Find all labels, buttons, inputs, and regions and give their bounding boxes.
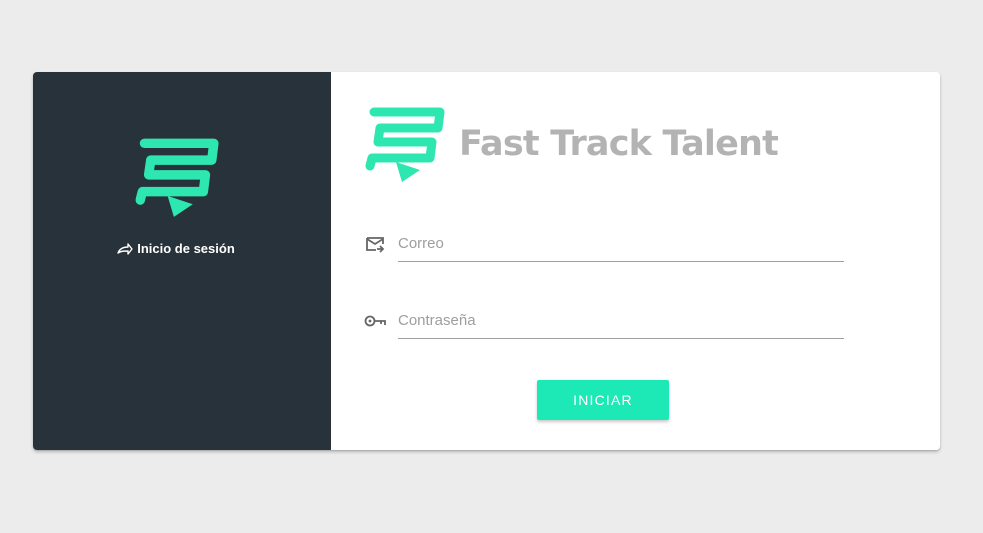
fast-track-logo-icon — [135, 138, 219, 217]
brand-header: Fast Track Talent — [362, 106, 779, 184]
email-input[interactable] — [398, 226, 844, 262]
brand-name: Fast Track Talent — [459, 124, 779, 164]
password-input[interactable] — [398, 303, 844, 339]
email-field — [364, 226, 844, 262]
key-icon — [364, 315, 386, 327]
password-field — [364, 303, 844, 339]
forward-arrow-icon — [117, 242, 133, 255]
login-heading-label: Inicio de sesión — [137, 241, 235, 256]
login-submit-button[interactable]: INICIAR — [537, 380, 669, 420]
login-heading: Inicio de sesión — [33, 241, 319, 256]
login-form-panel: Fast Track Talent INICIAR — [331, 72, 940, 450]
fast-track-logo-icon — [365, 107, 445, 182]
login-card: Inicio de sesión Fast Track Talent Corre… — [33, 72, 940, 450]
email-forward-icon — [366, 237, 385, 253]
login-sidebar: Inicio de sesión — [33, 72, 331, 450]
